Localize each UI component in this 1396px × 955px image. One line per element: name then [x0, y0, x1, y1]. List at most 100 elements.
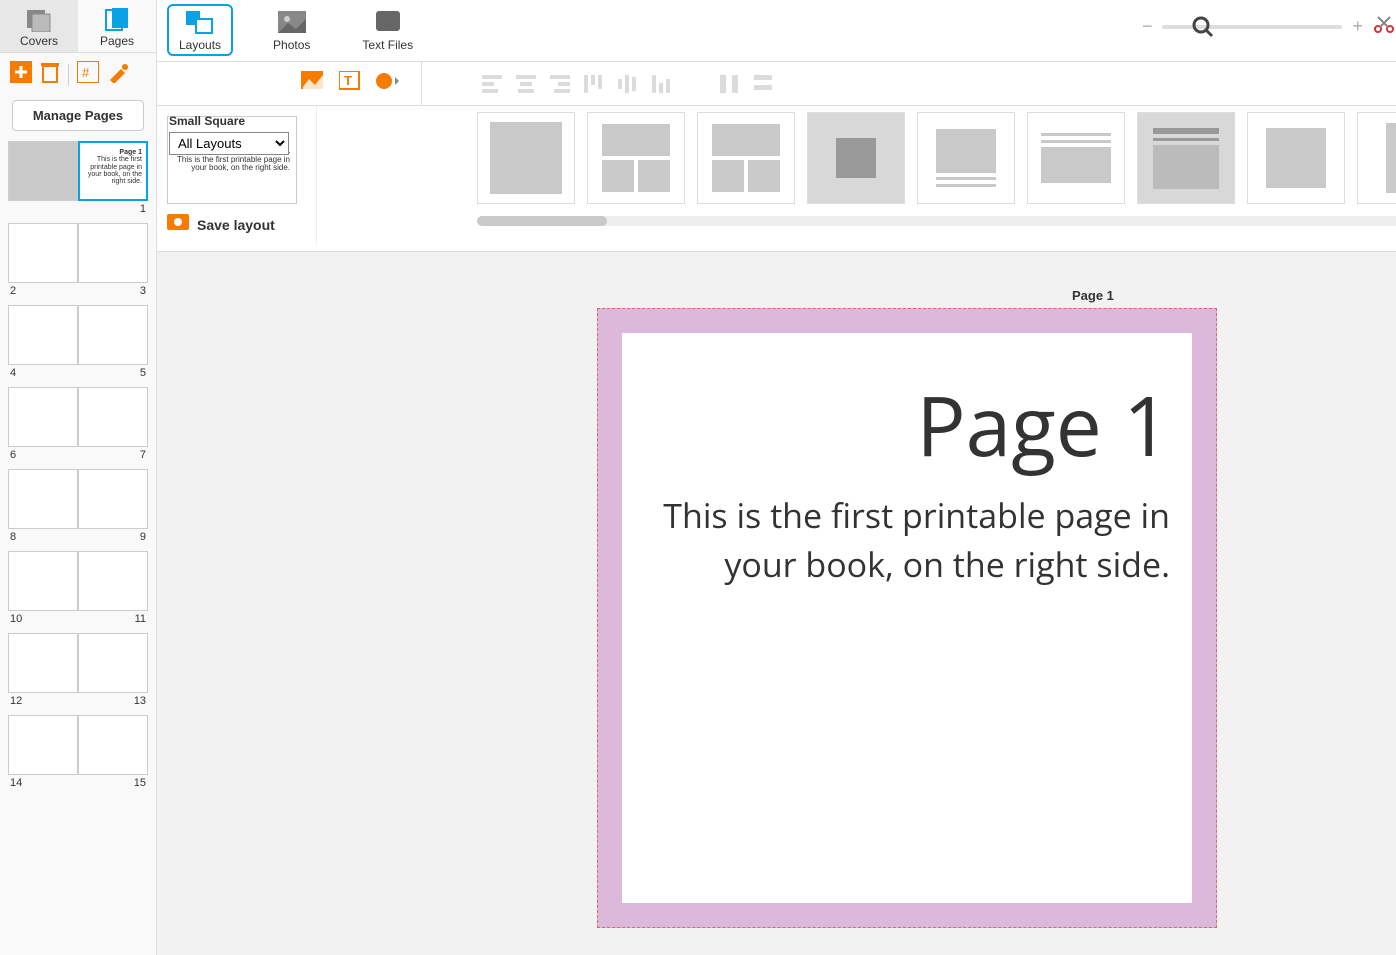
thumb-page-11[interactable] — [78, 551, 148, 611]
page-num-14: 14 — [10, 777, 22, 789]
divider — [421, 62, 422, 105]
layouts-strip — [317, 106, 1396, 210]
page-num-10: 10 — [10, 613, 22, 625]
tab-textfiles-label: Text Files — [362, 38, 413, 52]
tab-layouts-label: Layouts — [179, 38, 221, 52]
layout-option-7[interactable] — [1137, 112, 1235, 204]
tab-pages[interactable]: Pages — [78, 0, 156, 52]
tab-covers-label: Covers — [0, 34, 78, 48]
insert-image-icon[interactable] — [301, 71, 325, 96]
thumb-page-5[interactable] — [78, 305, 148, 365]
layout-option-6[interactable] — [1027, 112, 1125, 204]
page-num-5: 5 — [140, 367, 146, 379]
tab-covers[interactable]: Covers — [0, 0, 78, 52]
page-body-text[interactable]: This is the first printable page in your… — [644, 491, 1170, 590]
manage-pages-button[interactable]: Manage Pages — [12, 100, 144, 131]
svg-text:#: # — [82, 65, 90, 80]
thumb-page-8[interactable] — [8, 469, 78, 529]
textfiles-icon — [362, 8, 413, 38]
layout-option-9[interactable] — [1357, 112, 1396, 204]
sidebar: Covers Pages # Manage Pages Page 1This i… — [0, 0, 157, 955]
thumb-page-13[interactable] — [78, 633, 148, 693]
page-num-8: 8 — [10, 531, 16, 543]
align-center-icon[interactable] — [516, 75, 536, 93]
layout-option-5[interactable] — [917, 112, 1015, 204]
tab-photos-label: Photos — [273, 38, 310, 52]
format-toolbar: T — [157, 62, 1396, 106]
thumb1-body: This is the first printable page in your… — [88, 156, 142, 185]
svg-text:T: T — [344, 73, 352, 88]
photos-icon — [273, 8, 310, 38]
thumb-page-9[interactable] — [78, 469, 148, 529]
page-num-6: 6 — [10, 449, 16, 461]
layout-option-8[interactable] — [1247, 112, 1345, 204]
tab-textfiles[interactable]: Text Files — [350, 4, 425, 56]
layout-option-4[interactable] — [807, 112, 905, 204]
thumb-page-2[interactable] — [8, 223, 78, 283]
thumb-page-7[interactable] — [78, 387, 148, 447]
align-left-icon[interactable] — [482, 75, 502, 93]
layout-option-3[interactable] — [697, 112, 795, 204]
page-num-4: 4 — [10, 367, 16, 379]
distribute-h-icon[interactable] — [720, 75, 740, 93]
valign-bottom-icon[interactable] — [652, 75, 672, 93]
pages-icon — [78, 6, 156, 34]
page-heading[interactable]: Page 1 — [916, 369, 1170, 481]
paint-icon[interactable] — [107, 61, 129, 88]
tab-photos[interactable]: Photos — [261, 4, 322, 56]
top-toolbar: Layouts Photos Text Files − + — [157, 0, 1396, 62]
page-num-12: 12 — [10, 695, 22, 707]
save-layout-label: Save layout — [197, 217, 275, 233]
page-num-9: 9 — [140, 531, 146, 543]
thumb-page-6[interactable] — [8, 387, 78, 447]
thumb-page-14[interactable] — [8, 715, 78, 775]
page-num-1: 1 — [140, 203, 146, 215]
thumb-page-1[interactable]: Page 1This is the first printable page i… — [78, 141, 148, 201]
zoom-slider[interactable] — [1162, 25, 1342, 29]
thumb-front-inside[interactable] — [8, 141, 78, 201]
thumb-page-10[interactable] — [8, 551, 78, 611]
insert-shape-icon[interactable] — [375, 71, 401, 96]
tab-layouts[interactable]: Layouts — [167, 4, 233, 56]
page-num-15: 15 — [134, 777, 146, 789]
layout-option-2[interactable] — [587, 112, 685, 204]
distribute-v-icon[interactable] — [754, 75, 774, 93]
zoom-out-icon[interactable]: − — [1142, 16, 1153, 37]
layouts-category-label: Small Square — [169, 114, 289, 128]
tab-pages-label: Pages — [78, 34, 156, 48]
valign-middle-icon[interactable] — [618, 75, 638, 93]
layout-option-1[interactable] — [477, 112, 575, 204]
page-num-13: 13 — [134, 695, 146, 707]
page-num-2: 2 — [10, 285, 16, 297]
thumb1-title: Page 1 — [119, 149, 142, 156]
delete-page-icon[interactable] — [40, 61, 60, 88]
page-num-7: 7 — [140, 449, 146, 461]
add-page-icon[interactable] — [10, 61, 32, 88]
covers-icon — [0, 6, 78, 34]
insert-text-icon[interactable]: T — [339, 71, 361, 96]
thumb-page-3[interactable] — [78, 223, 148, 283]
thumb-page-12[interactable] — [8, 633, 78, 693]
valign-top-icon[interactable] — [584, 75, 604, 93]
divider — [68, 64, 69, 86]
layouts-select[interactable]: All Layouts — [169, 132, 289, 155]
page-thumbnails: Page 1This is the first printable page i… — [0, 141, 156, 955]
page-number-icon[interactable]: # — [77, 61, 99, 88]
page-content[interactable]: Page 1 This is the first printable page … — [622, 333, 1192, 903]
page-num-11: 11 — [135, 613, 146, 625]
canvas-page-label: Page 1 — [1072, 288, 1114, 303]
camera-icon — [167, 214, 189, 235]
layouts-icon — [179, 8, 221, 38]
cut-icon[interactable] — [1373, 14, 1395, 39]
save-layout-button[interactable]: Save layout — [167, 214, 306, 235]
canvas-area[interactable]: Page 1 Page 1 This is the first printabl… — [157, 252, 1396, 955]
page-num-3: 3 — [140, 285, 146, 297]
main: Layouts Photos Text Files − + — [157, 0, 1396, 955]
zoom-in-icon[interactable]: + — [1352, 16, 1363, 37]
layouts-scrollbar[interactable] — [477, 216, 1396, 226]
align-right-icon[interactable] — [550, 75, 570, 93]
thumb-page-15[interactable] — [78, 715, 148, 775]
page-bleed[interactable]: Page 1 This is the first printable page … — [597, 308, 1217, 928]
thumb-page-4[interactable] — [8, 305, 78, 365]
zoom-knob-icon[interactable] — [1192, 16, 1214, 43]
